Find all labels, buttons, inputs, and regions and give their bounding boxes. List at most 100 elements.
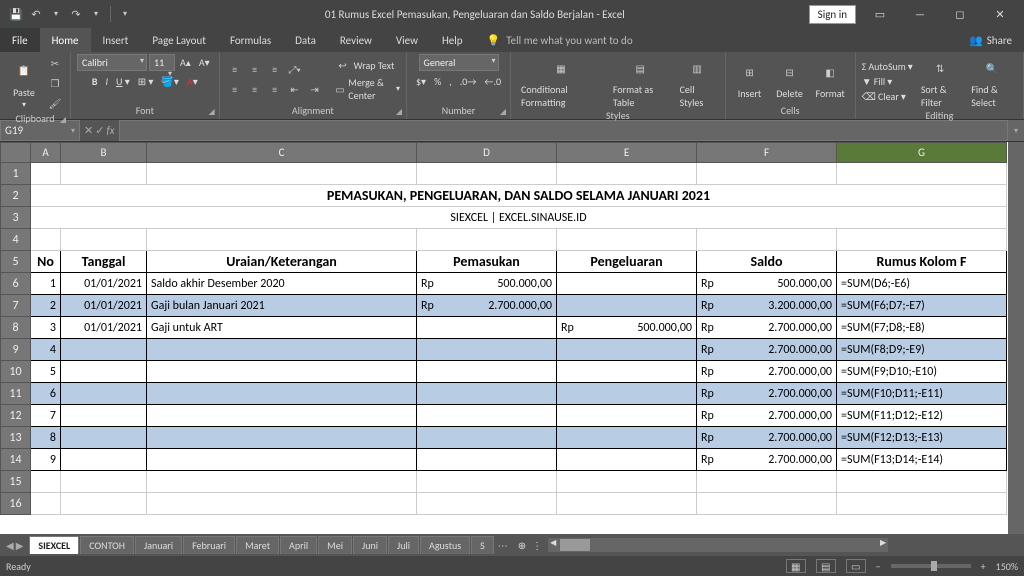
align-left-icon[interactable]: ≡ — [226, 80, 244, 98]
clear-button[interactable]: ⌫ Clear ▾ — [862, 90, 913, 103]
copy-icon[interactable]: ❐ — [46, 74, 64, 92]
insert-cells-button[interactable]: ⊞Insert — [732, 58, 768, 100]
redo-icon[interactable]: ↷ — [68, 6, 84, 22]
table-cell[interactable] — [147, 383, 417, 405]
table-cell[interactable] — [61, 383, 147, 405]
bold-button[interactable]: B — [89, 74, 101, 89]
table-cell[interactable] — [557, 427, 697, 449]
table-cell[interactable] — [61, 405, 147, 427]
font-size-combo[interactable]: 11 — [149, 54, 175, 71]
table-cell[interactable]: 6 — [31, 383, 61, 405]
sheet-nav-prev-icon[interactable]: ◀ — [6, 539, 14, 552]
sheet-tab-juli[interactable]: Juli — [388, 536, 419, 554]
cell-styles-button[interactable]: ▥Cell Styles — [676, 54, 719, 109]
undo-icon[interactable]: ↶ — [28, 6, 44, 22]
maximize-icon[interactable]: ◻ — [944, 4, 976, 24]
table-cell[interactable] — [417, 427, 557, 449]
sheet-overflow-icon[interactable]: ⋯ — [494, 539, 512, 552]
table-cell[interactable]: =SUM(D6;-E6) — [837, 273, 1007, 295]
wrap-text-button[interactable]: Wrap Text — [354, 59, 395, 72]
delete-cells-button[interactable]: ⊟Delete — [772, 58, 808, 100]
row-header-6[interactable]: 6 — [1, 273, 31, 295]
table-cell[interactable] — [61, 427, 147, 449]
row-header-1[interactable]: 1 — [1, 163, 31, 185]
zoom-in-icon[interactable]: + — [981, 560, 986, 573]
col-header-G[interactable]: G — [837, 143, 1007, 163]
row-header-16[interactable]: 16 — [1, 493, 31, 515]
sheet-tab-siexcel[interactable]: SIEXCEL — [29, 536, 79, 554]
table-cell[interactable]: Rp2.700.000,00 — [697, 361, 837, 383]
grow-font-icon[interactable]: A▴ — [177, 55, 194, 70]
row-header-15[interactable]: 15 — [1, 471, 31, 493]
percent-format-button[interactable]: % — [431, 74, 444, 89]
table-cell[interactable] — [557, 383, 697, 405]
dec-decimal-button[interactable]: ←.0 — [481, 74, 504, 89]
row-header-12[interactable]: 12 — [1, 405, 31, 427]
sheet-tab-agustus[interactable]: Agustus — [420, 536, 470, 554]
table-cell[interactable]: 4 — [31, 339, 61, 361]
redo-dropdown-icon[interactable]: ▾ — [88, 6, 104, 22]
paste-button[interactable]: 📋 Paste▾ — [6, 57, 42, 110]
table-cell[interactable]: Gaji untuk ART — [147, 317, 417, 339]
conditional-formatting-button[interactable]: ▦Conditional Formatting — [517, 54, 605, 109]
sheet-tab-juni[interactable]: Juni — [353, 536, 387, 554]
italic-button[interactable]: I — [103, 74, 112, 89]
table-cell[interactable]: Rp2.700.000,00 — [697, 339, 837, 361]
select-all-corner[interactable] — [1, 143, 31, 163]
zoom-level[interactable]: 150% — [996, 560, 1018, 573]
align-top-icon[interactable]: ≡ — [226, 60, 244, 78]
horizontal-scrollbar[interactable]: ◀ ▶ — [548, 538, 888, 552]
normal-view-icon[interactable]: ▦ — [786, 559, 806, 573]
save-icon[interactable]: 💾 — [8, 6, 24, 22]
table-cell[interactable]: =SUM(F11;D12;-E12) — [837, 405, 1007, 427]
row-header-3[interactable]: 3 — [1, 207, 31, 229]
dialog-launcher-icon[interactable]: ◢ — [396, 107, 402, 117]
col-header-D[interactable]: D — [417, 143, 557, 163]
sheet-tab-maret[interactable]: Maret — [236, 536, 279, 554]
page-layout-view-icon[interactable]: ▤ — [816, 559, 836, 573]
table-cell[interactable] — [557, 339, 697, 361]
row-header-10[interactable]: 10 — [1, 361, 31, 383]
table-cell[interactable]: Gaji bulan Januari 2021 — [147, 295, 417, 317]
table-cell[interactable]: =SUM(F6;D7;-E7) — [837, 295, 1007, 317]
table-cell[interactable] — [557, 273, 697, 295]
format-as-table-button[interactable]: ▤Format as Table — [609, 54, 672, 109]
table-cell[interactable]: 01/01/2021 — [61, 295, 147, 317]
row-header-4[interactable]: 4 — [1, 229, 31, 251]
sign-in-button[interactable]: Sign in — [809, 5, 856, 24]
row-header-9[interactable]: 9 — [1, 339, 31, 361]
tab-review[interactable]: Review — [328, 28, 384, 52]
cut-icon[interactable]: ✂ — [46, 54, 64, 72]
row-header-5[interactable]: 5 — [1, 251, 31, 273]
ribbon-options-icon[interactable]: ▭ — [864, 4, 896, 24]
col-header-E[interactable]: E — [557, 143, 697, 163]
table-cell[interactable]: =SUM(F13;D14;-E14) — [837, 449, 1007, 471]
sheet-tab-contoh[interactable]: CONTOH — [80, 536, 134, 554]
table-cell[interactable]: Rp2.700.000,00 — [697, 405, 837, 427]
table-cell[interactable] — [557, 295, 697, 317]
table-cell[interactable]: Rp3.200.000,00 — [697, 295, 837, 317]
table-cell[interactable]: 1 — [31, 273, 61, 295]
indent-inc-icon[interactable]: ⇥ — [306, 80, 324, 98]
comma-format-button[interactable]: , — [446, 74, 455, 89]
tab-data[interactable]: Data — [283, 28, 328, 52]
table-cell[interactable]: Rp2.700.000,00 — [697, 383, 837, 405]
table-cell[interactable]: Rp2.700.000,00 — [417, 295, 557, 317]
table-cell[interactable] — [147, 339, 417, 361]
vertical-scrollbar[interactable] — [1008, 142, 1024, 534]
table-cell[interactable]: =SUM(F7;D8;-E8) — [837, 317, 1007, 339]
row-header-8[interactable]: 8 — [1, 317, 31, 339]
tab-help[interactable]: Help — [430, 28, 475, 52]
fx-icon[interactable]: fx — [106, 124, 114, 137]
sheet-tab-s[interactable]: S — [471, 536, 494, 554]
border-button[interactable]: ⊞ ▾ — [135, 74, 157, 89]
zoom-out-icon[interactable]: − — [876, 560, 881, 573]
merge-center-button[interactable]: Merge & Center — [348, 76, 394, 102]
table-cell[interactable]: 01/01/2021 — [61, 273, 147, 295]
table-cell[interactable] — [557, 405, 697, 427]
table-cell[interactable] — [147, 427, 417, 449]
zoom-slider[interactable] — [891, 564, 971, 568]
table-cell[interactable]: Saldo akhir Desember 2020 — [147, 273, 417, 295]
col-header-F[interactable]: F — [697, 143, 837, 163]
table-cell[interactable] — [61, 339, 147, 361]
